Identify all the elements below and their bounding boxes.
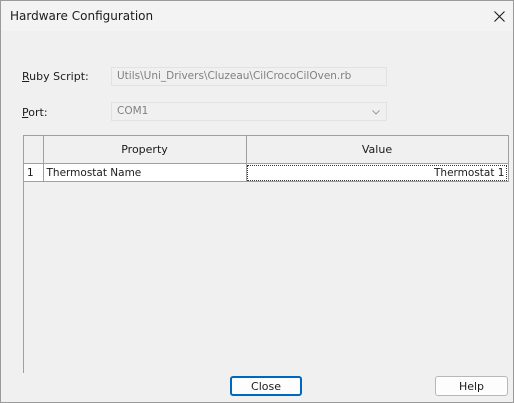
chevron-down-icon xyxy=(370,106,382,118)
ruby-script-field: Utils\Uni_Drivers\Cluzeau\CilCrocoCilOve… xyxy=(111,67,387,86)
property-table: Property Value 1 Thermostat Name Thermos… xyxy=(24,136,509,182)
column-header-property[interactable]: Property xyxy=(43,136,247,164)
property-grid[interactable]: Property Value 1 Thermostat Name Thermos… xyxy=(23,135,509,373)
row-number-header xyxy=(24,136,44,164)
close-icon[interactable] xyxy=(485,1,513,31)
port-select[interactable]: COM1 xyxy=(111,102,387,121)
column-header-value[interactable]: Value xyxy=(246,136,509,164)
close-button[interactable]: Close xyxy=(230,376,302,396)
property-cell[interactable]: Thermostat Name xyxy=(43,163,247,182)
table-header-row: Property Value xyxy=(24,136,509,164)
value-cell[interactable]: Thermostat 1 xyxy=(246,163,509,182)
dialog-title: Hardware Configuration xyxy=(10,9,154,23)
ruby-script-label: Ruby Script: xyxy=(22,70,89,83)
table-row[interactable]: 1 Thermostat Name Thermostat 1 xyxy=(24,163,509,182)
row-number[interactable]: 1 xyxy=(24,163,44,182)
port-label: Port: xyxy=(22,106,48,119)
hardware-configuration-dialog: Hardware Configuration Ruby Script: Util… xyxy=(0,0,514,403)
title-bar: Hardware Configuration xyxy=(1,1,513,31)
port-select-value: COM1 xyxy=(117,105,149,117)
help-button[interactable]: Help xyxy=(435,376,508,396)
